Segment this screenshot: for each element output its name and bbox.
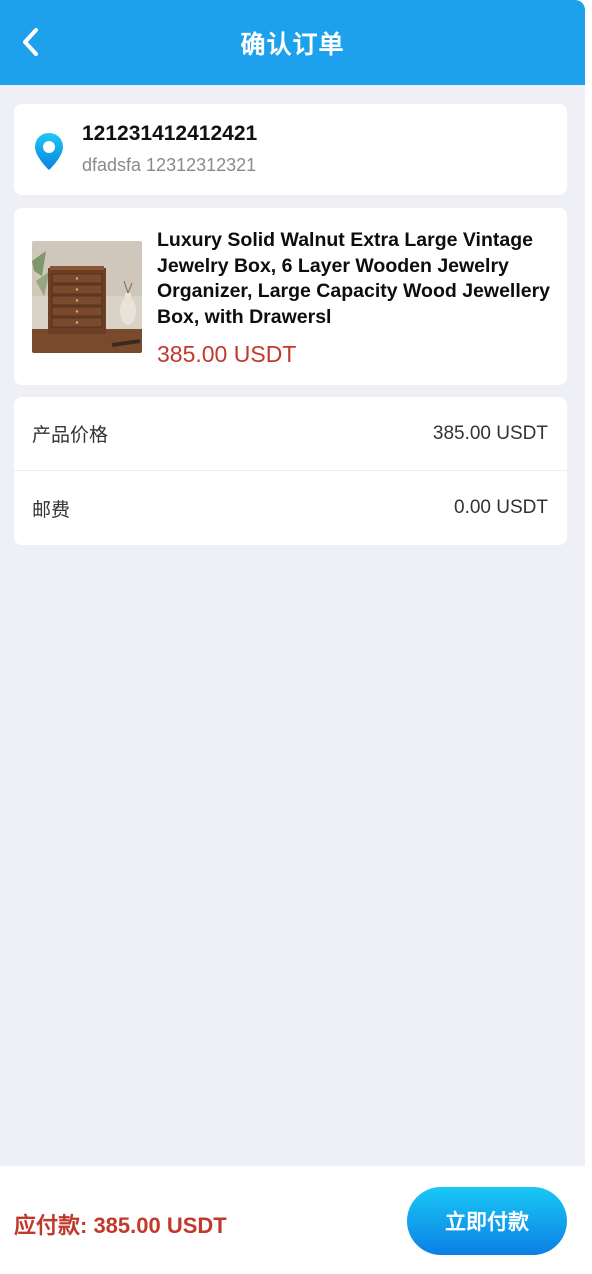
summary-row-product-price: 产品价格 385.00 USDT bbox=[14, 397, 567, 471]
product-card: Luxury Solid Walnut Extra Large Vintage … bbox=[14, 208, 567, 385]
app-header: 确认订单 bbox=[0, 0, 585, 85]
address-detail: dfadsfa 12312312321 bbox=[82, 155, 257, 175]
summary-label: 产品价格 bbox=[32, 425, 109, 446]
pay-now-button[interactable]: 立即付款 bbox=[407, 1187, 567, 1255]
summary-value: 385.00 USDT bbox=[432, 422, 548, 444]
product-image bbox=[32, 241, 142, 353]
back-button[interactable] bbox=[14, 24, 48, 60]
chevron-left-icon bbox=[23, 28, 38, 56]
checkout-bar: 应付款: 385.00 USDT 立即付款 bbox=[0, 1166, 585, 1274]
address-card[interactable]: 121231412412421 dfadsfa 12312312321 bbox=[14, 104, 567, 195]
page-title: 确认订单 bbox=[240, 30, 345, 59]
summary-label: 邮费 bbox=[32, 499, 71, 521]
total-amount: 应付款: 385.00 USDT bbox=[14, 1213, 227, 1238]
location-pin-icon bbox=[35, 133, 63, 170]
summary-row-shipping: 邮费 0.00 USDT bbox=[14, 471, 567, 545]
recipient-name: 121231412412421 bbox=[82, 122, 258, 145]
price-summary: 产品价格 385.00 USDT 邮费 0.00 USDT bbox=[14, 397, 567, 545]
order-confirm-page: 确认订单 121231412412421 dfadsfa 12312312321 bbox=[0, 0, 585, 1274]
product-price: 385.00 USDT bbox=[157, 341, 297, 367]
product-title: Luxury Solid Walnut Extra Large Vintage … bbox=[157, 229, 551, 328]
summary-value: 0.00 USDT bbox=[454, 497, 548, 518]
